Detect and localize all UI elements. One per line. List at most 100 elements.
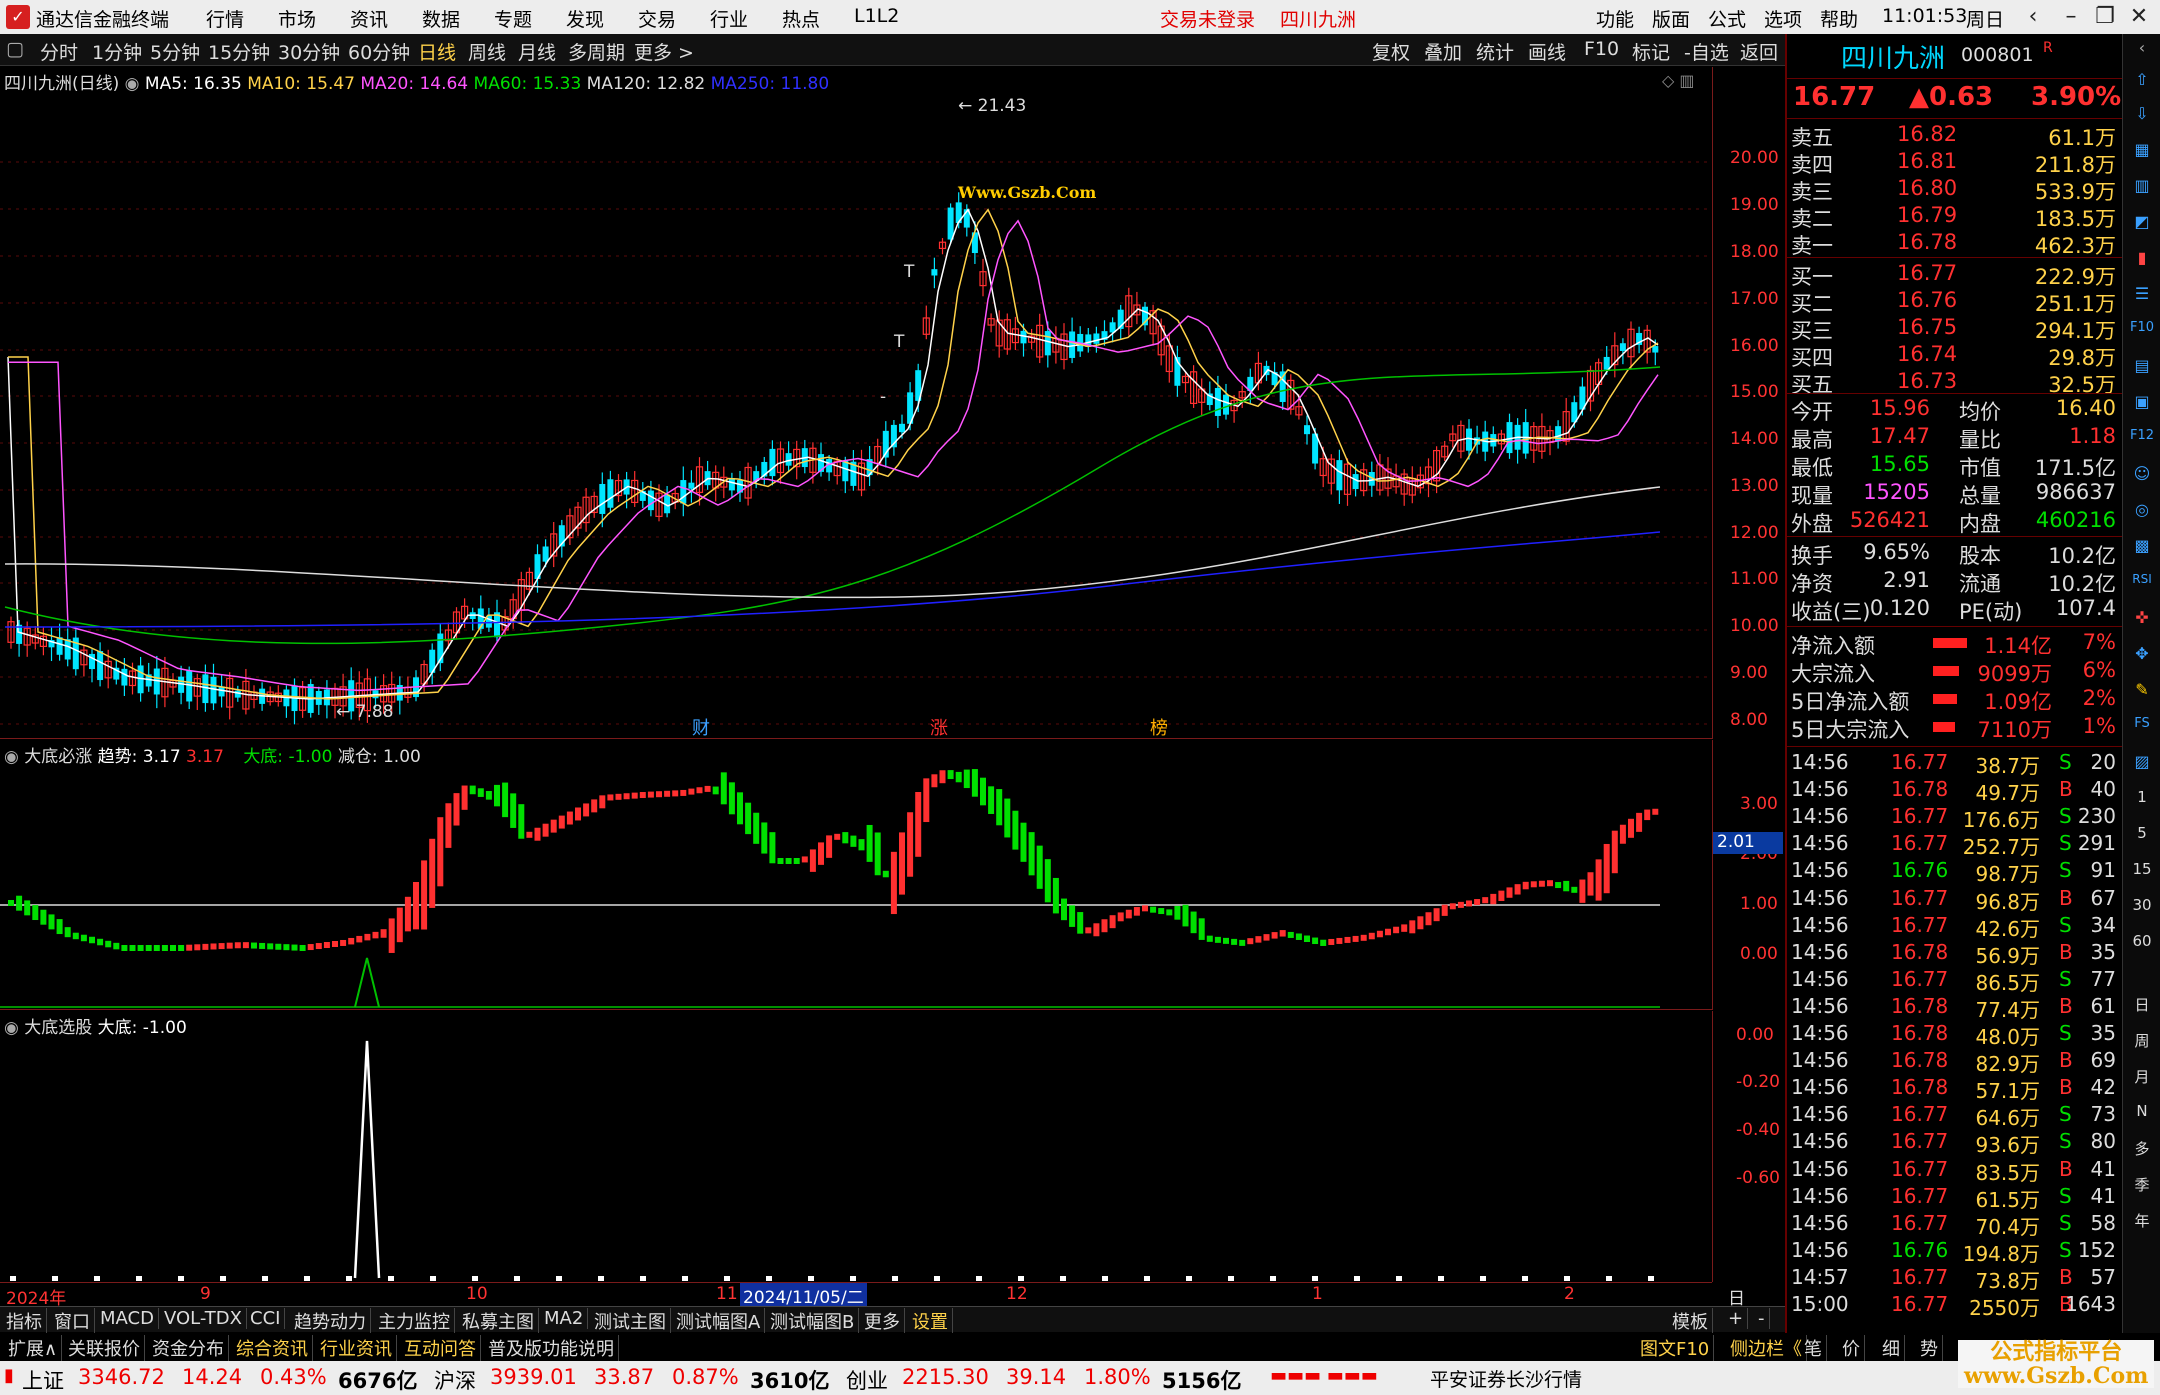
minimize-icon[interactable]: – xyxy=(2056,2,2086,32)
period-multi[interactable]: 多 xyxy=(2129,1138,2155,1162)
bottom-right-4[interactable]: 细 xyxy=(1878,1335,1905,1361)
back-icon[interactable]: ‹ xyxy=(2018,2,2048,32)
tab-9[interactable]: 测试主图 xyxy=(590,1308,671,1334)
arrow-left-icon[interactable]: ‹ xyxy=(2129,38,2155,62)
bottom-tab-2[interactable]: 资金分布 xyxy=(148,1335,229,1361)
menu-news[interactable]: 资讯 xyxy=(350,5,388,32)
list-icon[interactable]: ☰ xyxy=(2129,284,2155,308)
menu-topic[interactable]: 专题 xyxy=(494,5,532,32)
f10-icon[interactable]: F10 xyxy=(2129,320,2155,344)
bids-price[interactable]: 16.74 xyxy=(1897,342,1957,366)
close-icon[interactable]: ✕ xyxy=(2124,2,2154,32)
restore-icon[interactable]: ❐ xyxy=(2090,2,2120,32)
asks-price[interactable]: 16.79 xyxy=(1897,203,1957,227)
bottom-right-1[interactable]: 侧边栏《 xyxy=(1726,1335,1807,1361)
person-icon[interactable]: ☺ xyxy=(2129,464,2155,488)
fs-icon[interactable]: FS xyxy=(2129,716,2155,740)
period-day[interactable]: 日 xyxy=(2129,994,2155,1018)
tab-12[interactable]: 更多 xyxy=(860,1308,905,1334)
tab-10[interactable]: 测试幅图A xyxy=(672,1308,766,1334)
bottom-tab-3[interactable]: 综合资讯 xyxy=(232,1335,313,1361)
tab-11[interactable]: 测试幅图B xyxy=(766,1308,860,1334)
chart-icon[interactable]: ▦ xyxy=(2129,140,2155,164)
tab-3[interactable]: VOL-TDX xyxy=(160,1308,247,1329)
bids-price[interactable]: 16.77 xyxy=(1897,261,1957,285)
period-year[interactable]: 年 xyxy=(2129,1210,2155,1234)
up-icon[interactable]: ⇧ xyxy=(2129,70,2155,94)
tab-right-1[interactable]: + xyxy=(1724,1308,1749,1329)
bottom-tab-1[interactable]: 关联报价 xyxy=(64,1335,145,1361)
menu-help[interactable]: 帮助 xyxy=(1820,5,1858,32)
box-icon[interactable]: ▨ xyxy=(2129,752,2155,776)
menu-shichang[interactable]: 市场 xyxy=(278,5,316,32)
bottom-tab-0[interactable]: 扩展∧ xyxy=(4,1335,63,1361)
index-sh-0[interactable]: 上证 xyxy=(22,1365,64,1395)
menu-formula[interactable]: 公式 xyxy=(1708,5,1746,32)
period-week[interactable]: 周 xyxy=(2129,1030,2155,1054)
tab-5[interactable]: 趋势动力 xyxy=(290,1308,371,1334)
menu-layout[interactable]: 版面 xyxy=(1652,5,1690,32)
btn-mark[interactable]: 标记 xyxy=(1632,38,1670,65)
event-marker[interactable]: 财 xyxy=(692,718,710,739)
index-sz-0[interactable]: 沪深 xyxy=(434,1365,476,1395)
move-icon[interactable]: ✥ xyxy=(2129,644,2155,668)
btn-overlay[interactable]: 叠加 xyxy=(1424,38,1462,65)
period-month[interactable]: 月 xyxy=(2129,1066,2155,1090)
menu-function[interactable]: 功能 xyxy=(1596,5,1634,32)
kline-pane[interactable]: 四川九洲(日线) ◉ MA5: 16.35 MA10: 15.47 MA20: … xyxy=(0,67,1779,739)
period-n[interactable]: N xyxy=(2129,1102,2155,1126)
asks-price[interactable]: 16.80 xyxy=(1897,176,1957,200)
tab-2[interactable]: MACD xyxy=(96,1308,159,1329)
collapse-icon[interactable]: ▢ xyxy=(6,38,24,60)
indicator-pane-2[interactable]: ◉ 大底选股 大底: -1.00 0.00 -0.20 -0.40 -0.60 xyxy=(0,1011,1780,1282)
line-icon[interactable]: ◩ xyxy=(2129,212,2155,236)
btn-watchlist[interactable]: -自选 xyxy=(1684,38,1729,65)
tab-13[interactable]: 设置 xyxy=(908,1308,953,1334)
bottom-right-2[interactable]: 笔 xyxy=(1800,1335,1827,1361)
indicator-pane-1[interactable]: ◉ 大底必涨 趋势: 3.17 3.17 大底: -1.00 减仓: 1.00 … xyxy=(0,740,1783,1010)
down-icon[interactable]: ⇩ xyxy=(2129,104,2155,128)
rsi-icon[interactable]: RSI xyxy=(2129,572,2155,596)
btn-f10[interactable]: F10 xyxy=(1584,38,1619,60)
tab-7[interactable]: 私募主图 xyxy=(458,1308,539,1334)
period-15[interactable]: 15 xyxy=(2129,860,2155,884)
asks-price[interactable]: 16.81 xyxy=(1897,149,1957,173)
f12-icon[interactable]: F12 xyxy=(2129,428,2155,452)
period-30[interactable]: 30 xyxy=(2129,896,2155,920)
tab-6[interactable]: 主力监控 xyxy=(374,1308,455,1334)
bids-price[interactable]: 16.75 xyxy=(1897,315,1957,339)
menu-hot[interactable]: 热点 xyxy=(782,5,820,32)
period-5min[interactable]: 5分钟 xyxy=(150,38,200,65)
btn-draw[interactable]: 画线 xyxy=(1528,38,1566,65)
period-15min[interactable]: 15分钟 xyxy=(208,38,270,65)
pen-icon[interactable]: ✎ xyxy=(2129,680,2155,704)
tab-1[interactable]: 窗口 xyxy=(50,1308,95,1334)
index-cy-0[interactable]: 创业 xyxy=(846,1365,888,1395)
bottom-right-3[interactable]: 价 xyxy=(1838,1335,1865,1361)
broker-name[interactable]: 平安证券长沙行情 xyxy=(1430,1365,1582,1392)
period-season[interactable]: 季 xyxy=(2129,1174,2155,1198)
period-more[interactable]: 更多 > xyxy=(634,38,694,65)
btn-back[interactable]: 返回 xyxy=(1740,38,1778,65)
period-1min[interactable]: 1分钟 xyxy=(92,38,142,65)
bids-price[interactable]: 16.76 xyxy=(1897,288,1957,312)
period-60[interactable]: 60 xyxy=(2129,932,2155,956)
period-1[interactable]: 1 xyxy=(2129,788,2155,812)
menu-options[interactable]: 选项 xyxy=(1764,5,1802,32)
menu-industry[interactable]: 行业 xyxy=(710,5,748,32)
period-multi[interactable]: 多周期 xyxy=(568,38,625,65)
bar-icon[interactable]: ▥ xyxy=(2129,176,2155,200)
menu-market[interactable]: 行情 xyxy=(206,5,244,32)
bottom-tab-6[interactable]: 普及版功能说明 xyxy=(484,1335,619,1361)
period-5[interactable]: 5 xyxy=(2129,824,2155,848)
kline-icon[interactable]: ▮ xyxy=(2129,248,2155,272)
bottom-tab-5[interactable]: 互动问答 xyxy=(400,1335,481,1361)
bottom-tab-4[interactable]: 行业资讯 xyxy=(316,1335,397,1361)
period-30min[interactable]: 30分钟 xyxy=(278,38,340,65)
circle-icon[interactable]: ◎ xyxy=(2129,500,2155,524)
period-weekly[interactable]: 周线 xyxy=(468,38,506,65)
menu-data[interactable]: 数据 xyxy=(422,5,460,32)
period-monthly[interactable]: 月线 xyxy=(518,38,556,65)
table-icon[interactable]: ▣ xyxy=(2129,392,2155,416)
menu-l1l2[interactable]: L1L2 xyxy=(854,5,899,27)
